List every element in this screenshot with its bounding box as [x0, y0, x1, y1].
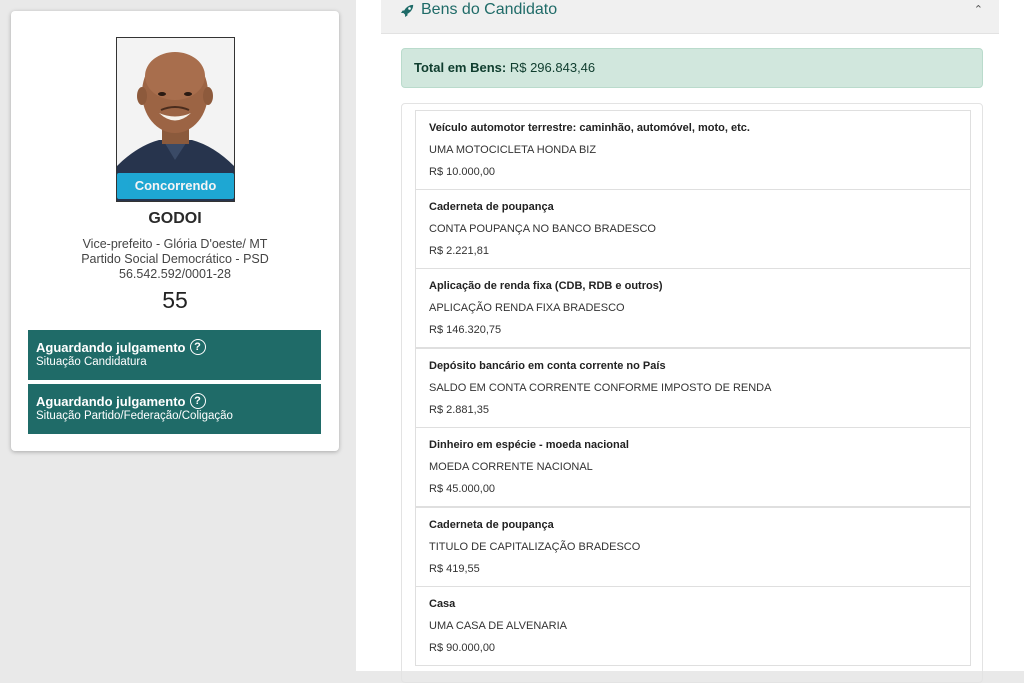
- situation-candidatura: Aguardando julgamento ? Situação Candida…: [28, 330, 321, 380]
- asset-type: Veículo automotor terrestre: caminhão, a…: [429, 122, 750, 134]
- total-bens-alert: Total em Bens: R$ 296.843,46: [401, 48, 983, 88]
- situation-partido: Aguardando julgamento ? Situação Partido…: [28, 384, 321, 434]
- asset-description: TITULO DE CAPITALIZAÇÃO BRADESCO: [429, 541, 641, 553]
- asset-value: R$ 2.221,81: [429, 245, 489, 257]
- bens-accordion-header[interactable]: Bens do Candidato ⌃: [381, 0, 999, 34]
- candidate-number: 55: [162, 287, 188, 313]
- total-label: Total em Bens:: [414, 60, 507, 75]
- asset-type: Aplicação de renda fixa (CDB, RDB e outr…: [429, 280, 663, 292]
- situation-subtitle: Situação Partido/Federação/Coligação: [36, 410, 233, 422]
- asset-value: R$ 146.320,75: [429, 324, 502, 336]
- help-circle-icon[interactable]: ?: [189, 393, 206, 409]
- asset-value: R$ 419,55: [429, 563, 480, 575]
- asset-type: Dinheiro em espécie - moeda nacional: [429, 439, 629, 451]
- candidate-party: Partido Social Democrático - PSD: [81, 252, 269, 266]
- bens-header-title: Bens do Candidato: [421, 1, 558, 18]
- chevron-up-icon[interactable]: ⌃: [974, 3, 983, 16]
- asset-value: R$ 2.881,35: [429, 404, 489, 416]
- asset-type: Caderneta de poupança: [429, 519, 554, 531]
- asset-value: R$ 10.000,00: [429, 166, 496, 178]
- candidate-card: Concorrendo GODOI Vice-prefeito - Glória…: [11, 11, 339, 451]
- asset-type: Casa: [429, 598, 456, 610]
- asset-value: R$ 45.000,00: [429, 483, 496, 495]
- asset-type: Depósito bancário em conta corrente no P…: [429, 360, 666, 372]
- list-item: Caderneta de poupança TITULO DE CAPITALI…: [415, 507, 971, 587]
- rocket-icon: [401, 4, 414, 17]
- candidate-name: GODOI: [148, 210, 202, 227]
- situation-title: Aguardando julgamento: [36, 393, 186, 409]
- list-item: Casa UMA CASA DE ALVENARIA R$ 90.000,00: [415, 586, 971, 666]
- asset-description: UMA MOTOCICLETA HONDA BIZ: [429, 144, 597, 156]
- list-item: Aplicação de renda fixa (CDB, RDB e outr…: [415, 268, 971, 348]
- candidacy-status-badge: Concorrendo: [117, 173, 234, 199]
- total-value: R$ 296.843,46: [509, 60, 596, 75]
- list-item: Caderneta de poupança CONTA POUPANÇA NO …: [415, 189, 971, 269]
- bens-list: Veículo automotor terrestre: caminhão, a…: [401, 103, 983, 683]
- candidate-photo: Concorrendo: [116, 37, 235, 202]
- asset-description: APLICAÇÃO RENDA FIXA BRADESCO: [429, 302, 625, 314]
- asset-value: R$ 90.000,00: [429, 642, 496, 654]
- list-item: Depósito bancário em conta corrente no P…: [415, 348, 971, 428]
- list-item: Veículo automotor terrestre: caminhão, a…: [415, 110, 971, 190]
- asset-description: MOEDA CORRENTE NACIONAL: [429, 461, 593, 473]
- asset-description: CONTA POUPANÇA NO BANCO BRADESCO: [429, 223, 656, 235]
- list-item: Dinheiro em espécie - moeda nacional MOE…: [415, 427, 971, 507]
- bens-panel: Bens do Candidato ⌃ Total em Bens: R$ 29…: [356, 0, 1024, 683]
- help-circle-icon[interactable]: ?: [189, 339, 206, 355]
- situation-subtitle: Situação Candidatura: [36, 356, 147, 368]
- situation-title: Aguardando julgamento: [36, 339, 186, 355]
- candidate-cnpj: 56.542.592/0001-28: [119, 267, 231, 281]
- asset-description: SALDO EM CONTA CORRENTE CONFORME IMPOSTO…: [429, 382, 772, 394]
- asset-description: UMA CASA DE ALVENARIA: [429, 620, 567, 632]
- asset-type: Caderneta de poupança: [429, 201, 554, 213]
- candidate-office: Vice-prefeito - Glória D'oeste/ MT: [82, 237, 268, 251]
